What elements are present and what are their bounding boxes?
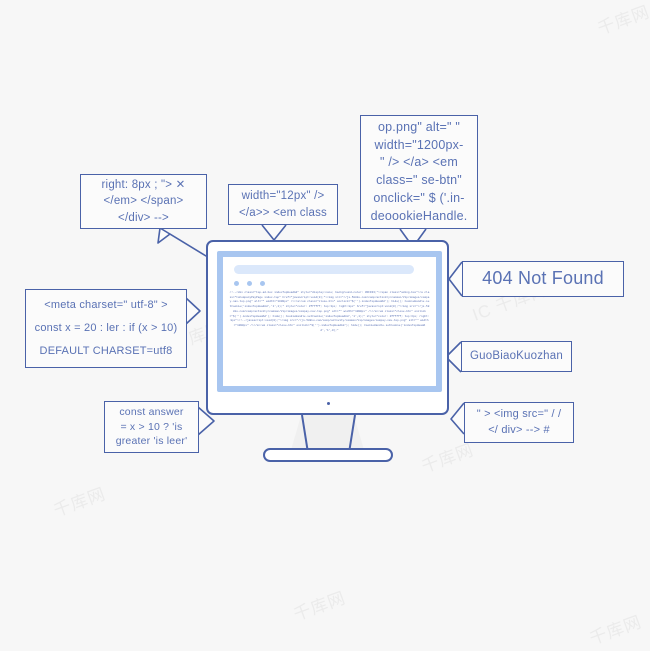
- callout-line: width="1200px-: [374, 137, 464, 152]
- callout-close-tags[interactable]: right: 8px ; "> ✕ </em> </span> </div> -…: [80, 174, 207, 229]
- callout-line: <meta charset=" utf-8" >: [44, 298, 168, 311]
- screen-source-code: <!--<div class="top-ad-box indexTopHeadA…: [229, 291, 430, 332]
- callout-meta-charset[interactable]: <meta charset=" utf-8" > const x = 20 : …: [25, 289, 187, 368]
- callout-line: </a>> <em class: [238, 206, 328, 219]
- illustration-canvas: 千库网 IC 千库网 千库网 千库网 千库网 千库网 千库网 right: 8p…: [0, 0, 650, 651]
- screen-content: <!--<div class="top-ad-box indexTopHeadA…: [223, 257, 436, 386]
- callout-line: 404 Not Found: [482, 268, 604, 289]
- callout-line: op.png" alt=" ": [378, 119, 460, 134]
- dot-icon: [247, 281, 252, 286]
- desktop-computer-monitor: <!--<div class="top-ad-box indexTopHeadA…: [206, 240, 449, 462]
- callout-line: const answer: [119, 405, 184, 418]
- callout-line: = x > 10 ? 'is: [120, 420, 183, 433]
- callout-line: " /> </a> <em: [380, 155, 458, 170]
- callout-line: right: 8px ; "> ✕: [101, 179, 186, 191]
- callout-op-png[interactable]: op.png" alt=" " width="1200px- " /> </a>…: [360, 115, 478, 229]
- power-indicator-icon: [327, 402, 330, 405]
- callout-line: </em> </span>: [103, 195, 184, 208]
- callout-img-src[interactable]: " > <img src=" / / </ div> --> #: [464, 402, 574, 443]
- monitor-stand-base: [263, 448, 393, 462]
- callout-line: </ div> --> #: [488, 423, 550, 436]
- callout-width-12px[interactable]: width="12px" /> </a>> <em class: [228, 184, 338, 225]
- watermark: 千库网: [595, 2, 650, 39]
- browser-url-bar[interactable]: [234, 265, 414, 274]
- screen-frame: <!--<div class="top-ad-box indexTopHeadA…: [217, 251, 442, 392]
- callout-line: onclick=" $ ('.in-: [373, 190, 465, 205]
- callout-const-answer[interactable]: const answer = x > 10 ? 'is greater 'is …: [104, 401, 199, 453]
- callout-line: </div> -->: [118, 211, 169, 224]
- watermark: 千库网: [587, 612, 645, 649]
- callout-line: deoookieHandle.: [370, 208, 468, 223]
- callout-line: GuoBiaoKuozhan: [470, 350, 563, 363]
- callout-line: DEFAULT CHARSET=utf8: [39, 344, 173, 357]
- callout-line: width="12px" />: [241, 190, 325, 203]
- watermark: 千库网: [291, 588, 349, 625]
- watermark: 千库网: [51, 484, 109, 521]
- callout-404-not-found[interactable]: 404 Not Found: [462, 261, 624, 297]
- callout-guobiaokuozhan[interactable]: GuoBiaoKuozhan: [461, 341, 572, 372]
- callout-line: " > <img src=" / /: [476, 407, 562, 420]
- callout-line: class=" se-btn": [376, 173, 462, 187]
- monitor-bezel: <!--<div class="top-ad-box indexTopHeadA…: [206, 240, 449, 415]
- callout-line: greater 'is leer': [115, 435, 188, 448]
- browser-traffic-light-dots: [234, 281, 265, 286]
- dot-icon: [260, 281, 265, 286]
- callout-line: const x = 20 : ler : if (x > 10): [34, 321, 178, 334]
- dot-icon: [234, 281, 239, 286]
